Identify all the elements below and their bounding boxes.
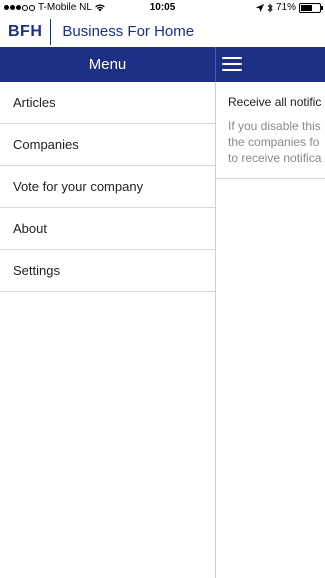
status-bar: T-Mobile NL 10:05 71%: [0, 0, 325, 16]
app-header: BFH Business For Home: [0, 16, 325, 47]
app-title: Business For Home: [62, 23, 195, 40]
setting-description: If you disable this the companies fo to …: [228, 118, 325, 166]
menu-item-articles[interactable]: Articles: [0, 82, 215, 124]
settings-content-panel: Receive all notific If you disable this …: [216, 82, 325, 578]
menu-item-vote[interactable]: Vote for your company: [0, 166, 215, 208]
menu-title: Menu: [88, 56, 127, 73]
menu-item-settings[interactable]: Settings: [0, 250, 215, 292]
status-right: 71%: [255, 2, 323, 13]
menu-item-about[interactable]: About: [0, 208, 215, 250]
nav-bar: Menu: [0, 47, 325, 82]
setting-desc-line: If you disable this: [228, 119, 321, 133]
location-arrow-icon: [255, 3, 264, 12]
nav-divider: [215, 47, 216, 82]
setting-title: Receive all notific: [228, 95, 322, 109]
notification-setting[interactable]: Receive all notific If you disable this …: [216, 82, 325, 179]
side-menu: Articles Companies Vote for your company…: [0, 82, 215, 292]
battery-percent: 71%: [275, 2, 296, 13]
setting-desc-line: to receive notifica: [228, 151, 322, 165]
setting-desc-line: the companies fo: [228, 135, 320, 149]
app-logo: BFH: [8, 18, 52, 45]
bluetooth-icon: [267, 2, 273, 13]
battery-icon: [299, 2, 323, 13]
hamburger-menu-icon[interactable]: [222, 57, 242, 72]
menu-item-companies[interactable]: Companies: [0, 124, 215, 166]
